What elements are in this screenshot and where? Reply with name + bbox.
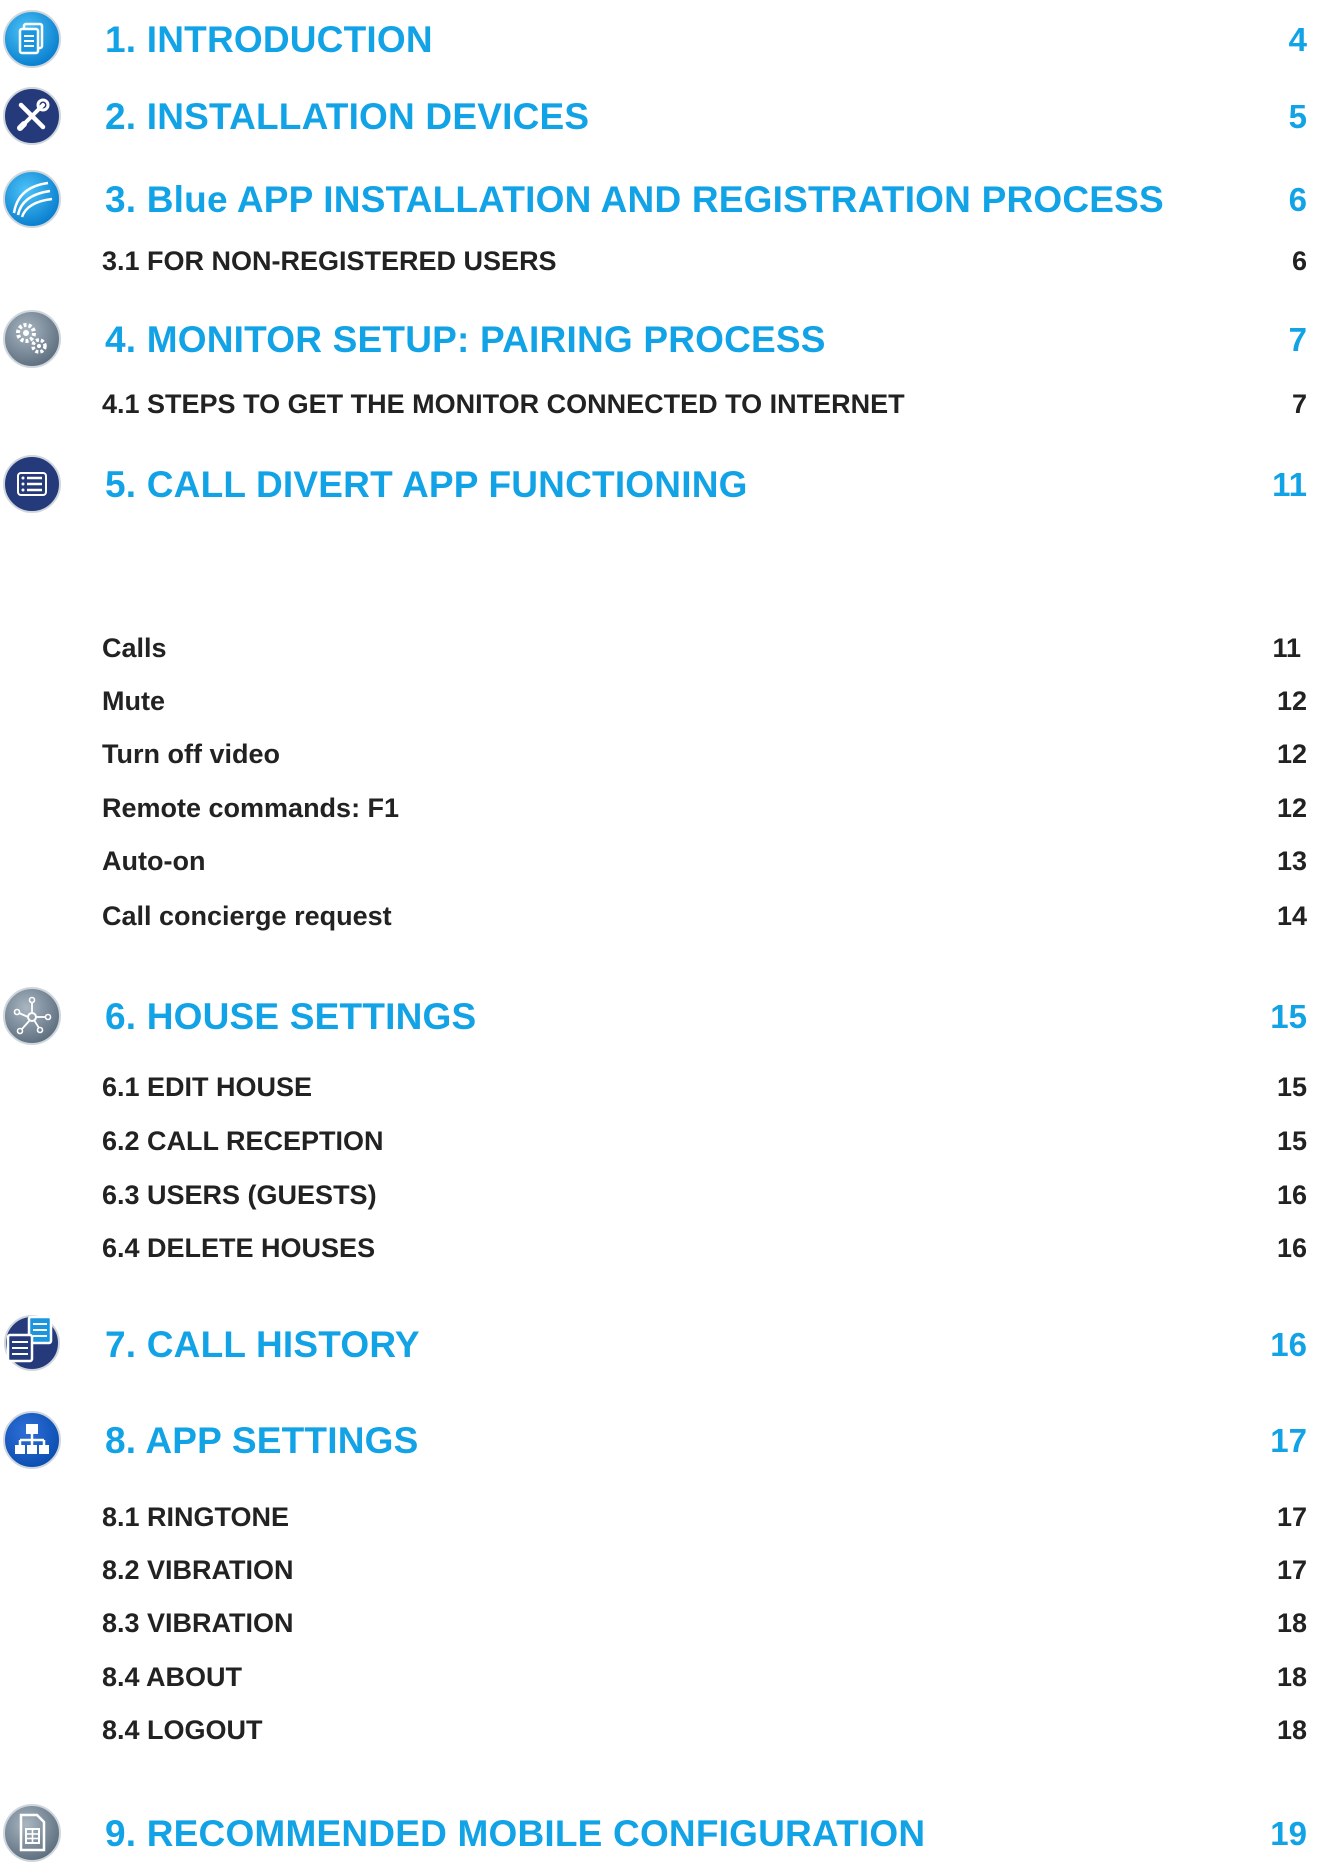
section-title[interactable]: 9. RECOMMENDED MOBILE CONFIGURATION [105, 1812, 925, 1856]
subsection-label[interactable]: 4.1 STEPS TO GET THE MONITOR CONNECTED T… [102, 387, 905, 421]
subsection-page-number: 17 [1276, 1555, 1307, 1585]
subsection-label[interactable]: 8.2 VIBRATION [102, 1553, 294, 1587]
section-title[interactable]: 6. HOUSE SETTINGS [105, 995, 476, 1039]
subsection-label[interactable]: Call concierge request [102, 899, 392, 933]
section-page-number: 11 [1272, 466, 1307, 503]
section-title[interactable]: 8. APP SETTINGS [105, 1419, 418, 1463]
subsection-label[interactable]: 6.3 USERS (GUESTS) [102, 1178, 377, 1212]
wifi-arcs-icon [2, 169, 62, 229]
subsection-page-number: 18 [1276, 1662, 1307, 1692]
history-icon [2, 1311, 62, 1371]
subsection-page-number: 12 [1276, 739, 1307, 769]
subsection-label[interactable]: Auto-on [102, 844, 205, 878]
subsection-label[interactable]: Remote commands: F1 [102, 791, 399, 825]
subsection-page-number: 11 [1272, 633, 1301, 663]
network-icon [2, 986, 62, 1046]
subsection-page-number: 12 [1276, 686, 1307, 716]
subsection-label[interactable]: 8.4 LOGOUT [102, 1713, 263, 1747]
subsection-page-number: 14 [1276, 901, 1307, 931]
subsection-page-number: 6 [1291, 246, 1307, 276]
list-icon [2, 454, 62, 514]
subsection-label[interactable]: Calls [102, 631, 167, 665]
subsection-page-number: 17 [1276, 1502, 1307, 1532]
subsection-page-number: 13 [1276, 846, 1307, 876]
spreadsheet-icon [2, 1803, 62, 1863]
section-page-number: 15 [1270, 998, 1307, 1035]
subsection-label[interactable]: 8.4 ABOUT [102, 1660, 242, 1694]
section-title[interactable]: 4. MONITOR SETUP: PAIRING PROCESS [105, 318, 826, 362]
gears-icon [2, 309, 62, 369]
section-page-number: 4 [1288, 21, 1307, 58]
sitemap-icon [2, 1410, 62, 1470]
subsection-page-number: 16 [1276, 1180, 1307, 1210]
section-page-number: 5 [1288, 98, 1307, 135]
subsection-label[interactable]: 6.4 DELETE HOUSES [102, 1231, 375, 1265]
tools-icon [2, 86, 62, 146]
section-title[interactable]: 2. INSTALLATION DEVICES [105, 95, 589, 139]
subsection-page-number: 18 [1276, 1715, 1307, 1745]
subsection-label[interactable]: 3.1 FOR NON-REGISTERED USERS [102, 244, 557, 278]
subsection-label[interactable]: 6.2 CALL RECEPTION [102, 1124, 384, 1158]
subsection-page-number: 15 [1276, 1072, 1307, 1102]
subsection-label[interactable]: Turn off video [102, 737, 280, 771]
section-title[interactable]: 3. Blue APP INSTALLATION AND REGISTRATIO… [105, 178, 1164, 222]
section-page-number: 19 [1270, 1815, 1307, 1852]
subsection-page-number: 12 [1276, 793, 1307, 823]
subsection-label[interactable]: 8.3 VIBRATION [102, 1606, 294, 1640]
section-page-number: 17 [1270, 1422, 1307, 1459]
section-title[interactable]: 5. CALL DIVERT APP FUNCTIONING [105, 463, 748, 507]
section-page-number: 6 [1288, 181, 1307, 218]
document-icon [2, 9, 62, 69]
subsection-page-number: 7 [1291, 389, 1307, 419]
subsection-page-number: 15 [1276, 1126, 1307, 1156]
subsection-page-number: 18 [1276, 1608, 1307, 1638]
section-page-number: 7 [1288, 321, 1307, 358]
subsection-page-number: 16 [1276, 1233, 1307, 1263]
section-title[interactable]: 1. INTRODUCTION [105, 18, 433, 62]
subsection-label[interactable]: 8.1 RINGTONE [102, 1500, 289, 1534]
section-page-number: 16 [1270, 1326, 1307, 1363]
section-title[interactable]: 7. CALL HISTORY [105, 1323, 420, 1367]
subsection-label[interactable]: 6.1 EDIT HOUSE [102, 1070, 312, 1104]
subsection-label[interactable]: Mute [102, 684, 165, 718]
